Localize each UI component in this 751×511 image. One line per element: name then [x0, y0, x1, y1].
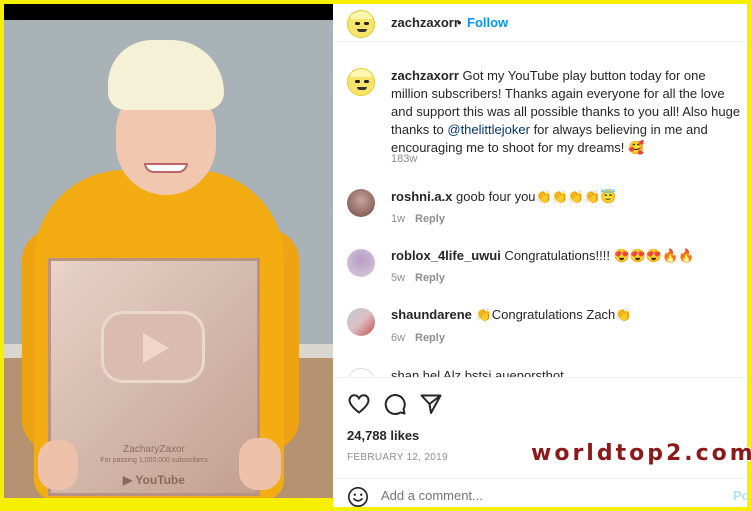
- plaque-subtext: For passing 1,000,000 subscribers: [100, 457, 208, 464]
- add-comment-bar: Po: [333, 478, 747, 507]
- heart-icon[interactable]: [347, 392, 371, 416]
- photo-top-bar: [4, 4, 333, 20]
- post-caption: zachzaxorr Got my YouTube play button to…: [391, 67, 741, 157]
- smiley-icon[interactable]: [347, 486, 369, 507]
- post-header: zachzaxorr • Follow: [333, 4, 747, 42]
- post-date[interactable]: FEBRUARY 12, 2019: [347, 452, 448, 463]
- comment-username[interactable]: shaundarene: [391, 307, 472, 322]
- comment-avatar[interactable]: [347, 189, 375, 217]
- plaque-brand: ▶ YouTube: [123, 473, 185, 487]
- reply-button[interactable]: Reply: [415, 213, 445, 225]
- photo-smile: [144, 163, 188, 173]
- author-username[interactable]: zachzaxorr: [391, 15, 459, 30]
- likes-count[interactable]: 24,788 likes: [347, 428, 419, 443]
- comment-text: roshni.a.x goob four you👏👏👏👏😇: [391, 188, 616, 206]
- play-button-plaque: ZacharyZaxor For passing 1,000,000 subsc…: [48, 258, 260, 496]
- comment-icon[interactable]: [383, 392, 407, 416]
- post-comment-button[interactable]: Po: [733, 488, 747, 503]
- comment-time[interactable]: 6w: [391, 332, 405, 344]
- reply-button[interactable]: Reply: [415, 332, 445, 344]
- add-comment-input[interactable]: [381, 488, 721, 503]
- play-triangle-icon: [143, 333, 169, 363]
- follow-button[interactable]: Follow: [467, 15, 508, 30]
- comment-avatar[interactable]: [347, 249, 375, 277]
- caption-avatar[interactable]: [347, 68, 375, 96]
- watermark-text: worldtop2.com: [531, 441, 751, 466]
- plaque-name: ZacharyZaxor: [123, 444, 185, 455]
- comment-body: goob four you👏👏👏👏😇: [452, 189, 617, 204]
- comment-time[interactable]: 5w: [391, 272, 405, 284]
- comment-avatar[interactable]: [347, 308, 375, 336]
- post-side-panel: zachzaxorr • Follow zachzaxorr Got my Yo…: [333, 4, 747, 507]
- caption-time[interactable]: 183w: [391, 153, 417, 165]
- comment-body: 👏Congratulations Zach👏: [471, 307, 632, 322]
- photo-hand-left: [38, 440, 78, 490]
- comment-text: roblox_4life_uwui Congratulations!!!! 😍😍…: [391, 247, 694, 265]
- comment-username[interactable]: roblox_4life_uwui: [391, 248, 501, 263]
- author-avatar[interactable]: [347, 10, 375, 38]
- photo-hand-right: [239, 438, 281, 490]
- comment-body: Congratulations!!!! 😍😍😍🔥🔥: [500, 248, 695, 263]
- post-photo[interactable]: ZacharyZaxor For passing 1,000,000 subsc…: [4, 20, 333, 498]
- reply-button[interactable]: Reply: [415, 272, 445, 284]
- comment-time[interactable]: 1w: [391, 213, 405, 225]
- comment-username[interactable]: roshni.a.x: [391, 189, 452, 204]
- caption-mention[interactable]: @thelittlejoker: [447, 122, 530, 137]
- comment-text: shaundarene 👏Congratulations Zach👏: [391, 306, 631, 324]
- caption-username[interactable]: zachzaxorr: [391, 68, 459, 83]
- header-separator: •: [457, 15, 462, 30]
- share-icon[interactable]: [419, 392, 443, 416]
